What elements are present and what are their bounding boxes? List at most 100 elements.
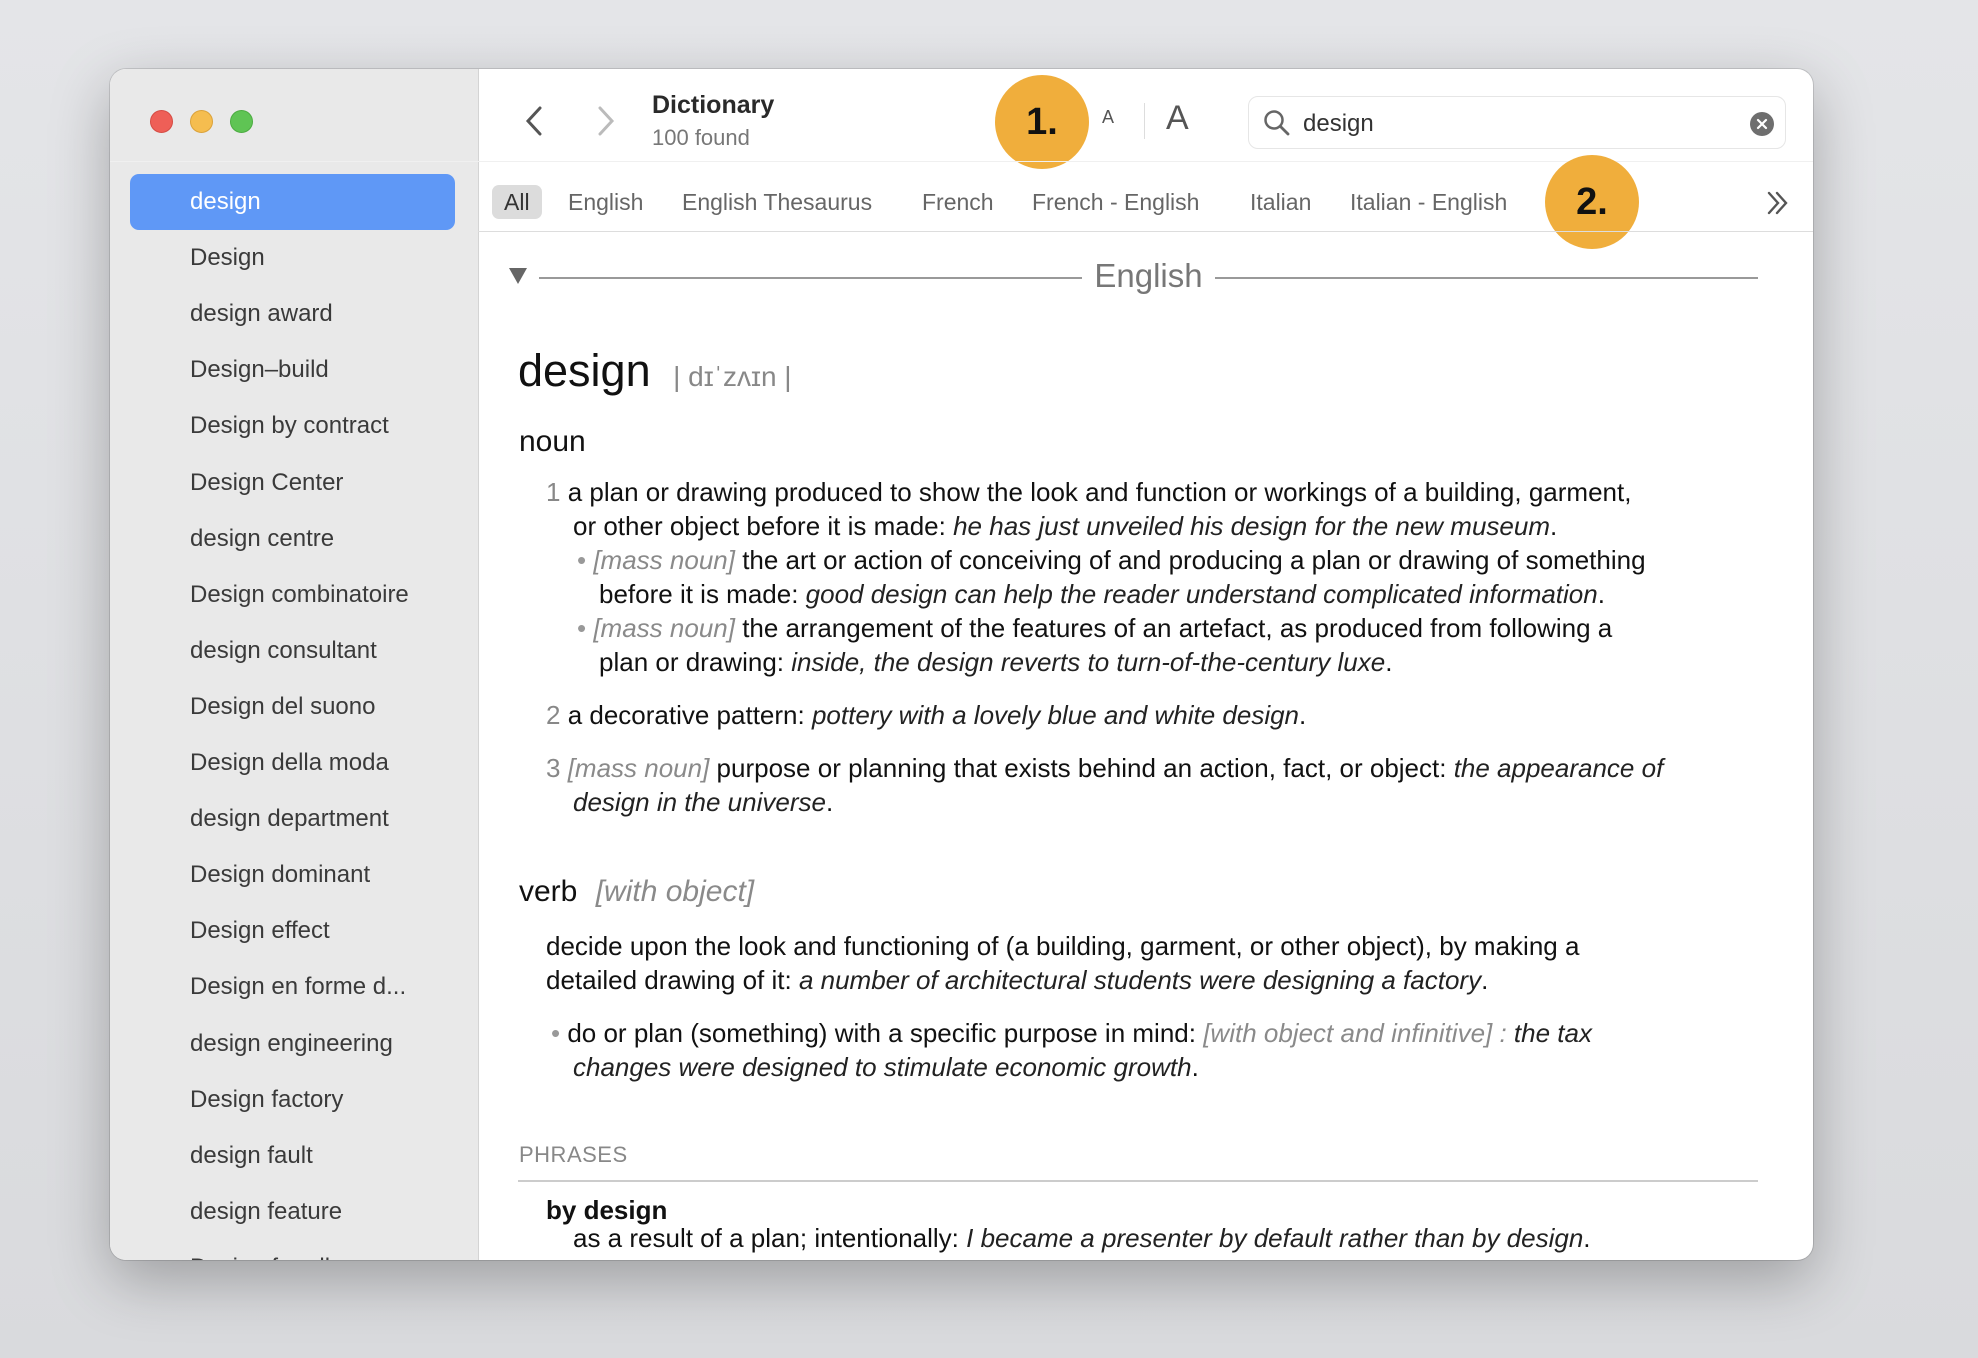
phrases-heading: PHRASES <box>519 1142 628 1167</box>
double-chevron-right-icon[interactable] <box>1764 189 1792 217</box>
definition-line: design in the universe. <box>573 785 833 819</box>
tab-italian-english[interactable]: Italian - English <box>1350 185 1507 219</box>
sidebar-item[interactable]: design feature <box>190 1184 342 1240</box>
example-text: the appearance of <box>1453 753 1664 783</box>
tab-french-english[interactable]: French - English <box>1032 185 1199 219</box>
sense-number: 1 <box>546 477 568 507</box>
sidebar-item[interactable]: Design for all <box>190 1240 330 1260</box>
sidebar-item[interactable]: Design combinatoire <box>190 567 409 623</box>
definition-text: . <box>1550 511 1558 541</box>
sidebar-item[interactable]: design engineering <box>190 1016 393 1072</box>
definition-text: as a result of a plan; intentionally: <box>573 1223 967 1253</box>
tabs-divider <box>478 231 1813 232</box>
example-text: a number of architectural students were … <box>798 965 1482 995</box>
definition-text: . <box>1583 1223 1591 1253</box>
definition-text: plan or drawing: <box>599 647 792 677</box>
back-button[interactable] <box>522 105 548 137</box>
annotation-badge-2: 2. <box>1545 155 1639 249</box>
definition-line: • do or plan (something) with a specific… <box>551 1016 1592 1050</box>
sidebar: design Design design award Design–build Desi… <box>110 69 479 1260</box>
definition-line: plan or drawing: inside, the design reve… <box>599 645 1392 679</box>
section-title: English <box>1094 257 1203 294</box>
section-rule-right <box>1215 277 1758 279</box>
dictionary-window: design Design design award Design–build Desi… <box>110 69 1813 1260</box>
definition-line: as a result of a plan; intentionally: I … <box>573 1221 1591 1255</box>
definition-text: . <box>1597 579 1605 609</box>
sidebar-item[interactable]: Design dominant <box>190 847 370 903</box>
verb-grammar-note: [with object] <box>595 875 755 908</box>
definition-text: . <box>1299 700 1307 730</box>
divider <box>1144 103 1145 139</box>
example-text: he has just unveiled his design for the … <box>953 511 1550 541</box>
verb-label: verb <box>519 875 578 908</box>
tab-english-thesaurus[interactable]: English Thesaurus <box>682 185 872 219</box>
tab-italian[interactable]: Italian <box>1250 185 1311 219</box>
definition-line: before it is made: good design can help … <box>599 577 1605 611</box>
grammar-note: [mass noun] <box>567 753 710 783</box>
clear-circle-icon[interactable] <box>1749 111 1775 137</box>
tab-english[interactable]: English <box>568 185 643 219</box>
definition-text: a plan or drawing produced to show the l… <box>567 477 1632 507</box>
grammar-note: [with object and infinitive] : <box>1203 1018 1514 1048</box>
definition-line: decide upon the look and functioning of … <box>546 929 1579 963</box>
sidebar-item[interactable]: Design–build <box>190 342 329 398</box>
sidebar-item[interactable]: Design effect <box>190 903 330 959</box>
sidebar-item[interactable]: design award <box>190 286 333 342</box>
sidebar-item[interactable]: Design Center <box>190 455 343 511</box>
magnifier-icon <box>1264 110 1290 136</box>
part-of-speech-noun: noun <box>519 425 586 458</box>
minimize-button[interactable] <box>190 110 213 133</box>
definition-line: changes were designed to stimulate econo… <box>573 1050 1199 1084</box>
headword: design <box>518 345 651 396</box>
example-text: inside, the design reverts to turn-of-th… <box>791 647 1386 677</box>
sidebar-item[interactable]: Design en forme d... <box>190 959 406 1015</box>
definition-line: detailed drawing of it: a number of arch… <box>546 963 1488 997</box>
example-text: pottery with a lovely blue and white des… <box>811 700 1300 730</box>
results-count: 100 found <box>652 125 750 150</box>
chevron-right-icon <box>598 106 615 136</box>
phrases-rule <box>518 1180 1758 1182</box>
definition-text: decide upon the look and functioning of … <box>546 931 1580 961</box>
sidebar-item[interactable]: design consultant <box>190 623 377 679</box>
selected-highlight <box>130 174 455 230</box>
tab-all[interactable]: All <box>492 185 542 219</box>
disclosure-triangle-icon[interactable] <box>508 267 528 285</box>
example-text: the tax <box>1513 1018 1592 1048</box>
definition-text: do or plan (something) with a specific p… <box>567 1018 1204 1048</box>
sidebar-item[interactable]: design department <box>190 791 389 847</box>
example-text: changes were designed to stimulate econo… <box>573 1052 1192 1082</box>
zoom-button[interactable] <box>230 110 253 133</box>
bullet: • <box>577 545 594 575</box>
sidebar-item[interactable]: Design by contract <box>190 398 389 454</box>
phrase-by-design[interactable]: by design <box>546 1195 667 1226</box>
close-button[interactable] <box>150 110 173 133</box>
decrease-font-button[interactable]: A <box>1102 107 1114 128</box>
sidebar-item[interactable]: Design del suono <box>190 679 375 735</box>
definition-text: a decorative pattern: <box>567 700 812 730</box>
definition-text: the arrangement of the features of an ar… <box>734 613 1613 643</box>
definition-text: . <box>825 787 834 817</box>
sense-number: 2 <box>546 700 568 730</box>
definition-text: before it is made: <box>599 579 806 609</box>
sidebar-item[interactable]: Design factory <box>190 1072 343 1128</box>
search-input[interactable] <box>1301 105 1705 143</box>
bullet: • <box>551 1018 568 1048</box>
definition-text: . <box>1385 647 1393 677</box>
sidebar-item[interactable]: design centre <box>190 511 334 567</box>
annotation-badge-1: 1. <box>995 75 1089 169</box>
definition-text: or other object before it is made: <box>573 511 954 541</box>
forward-button[interactable] <box>592 105 618 137</box>
tab-french[interactable]: French <box>922 185 994 219</box>
grammar-note: [mass noun] <box>593 613 735 643</box>
sidebar-item[interactable]: design fault <box>190 1128 313 1184</box>
example-text: good design can help the reader understa… <box>805 579 1598 609</box>
sidebar-item[interactable]: design <box>190 174 261 230</box>
definition-text: detailed drawing of it: <box>546 965 799 995</box>
definition-text: purpose or planning that exists behind a… <box>709 753 1454 783</box>
sidebar-item[interactable]: Design <box>190 230 265 286</box>
search-field[interactable] <box>1248 96 1786 149</box>
sidebar-item[interactable]: Design della moda <box>190 735 389 791</box>
increase-font-button[interactable]: A <box>1166 99 1189 138</box>
bullet: • <box>577 613 594 643</box>
definition-line: or other object before it is made: he ha… <box>573 509 1557 543</box>
